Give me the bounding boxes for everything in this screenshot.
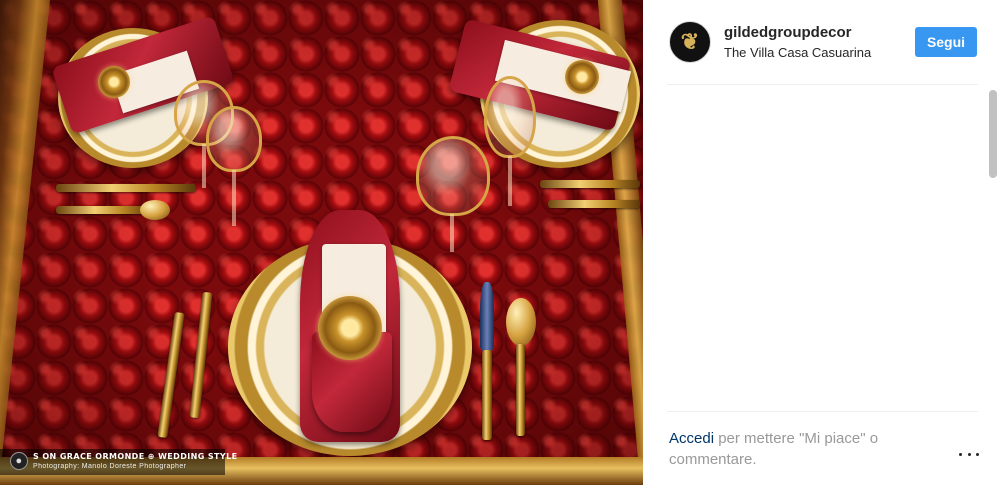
knife	[56, 184, 196, 192]
user-tag-icon[interactable]: ●	[10, 452, 28, 470]
fork	[540, 180, 640, 188]
comments-scrollbar[interactable]	[989, 90, 997, 178]
wine-glass	[484, 76, 536, 158]
post-photo[interactable]: ● S ON GRACE ORMONDE ⊕ WEDDING STYLE Pho…	[0, 0, 643, 485]
wine-glass	[416, 136, 490, 216]
login-prompt: Accedi per mettere "Mi piace" o commenta…	[669, 428, 939, 470]
photo-credit-title: S ON GRACE ORMONDE ⊕ WEDDING STYLE	[33, 452, 238, 461]
spoon	[56, 206, 152, 214]
login-link[interactable]: Accedi	[669, 430, 714, 447]
post-header: ❦ gildedgroupdecor The Villa Casa Casuar…	[643, 0, 1000, 84]
post-sidebar: ❦ gildedgroupdecor The Villa Casa Casuar…	[643, 0, 1000, 485]
fork	[548, 200, 640, 208]
glass-stem	[508, 156, 512, 206]
fork	[157, 311, 185, 439]
profile-avatar[interactable]: ❦	[669, 21, 711, 63]
knife	[482, 350, 492, 440]
glass-stem	[450, 214, 454, 252]
username-link[interactable]: gildedgroupdecor	[724, 24, 852, 41]
location-link[interactable]: The Villa Casa Casuarina	[724, 45, 871, 60]
photo-credit-overlay: ● S ON GRACE ORMONDE ⊕ WEDDING STYLE Pho…	[0, 449, 237, 475]
napkin-brooch	[98, 66, 130, 98]
glass-stem	[232, 170, 236, 226]
spoon	[516, 344, 525, 436]
follow-button[interactable]: Segui	[915, 27, 977, 57]
knife-blade	[480, 282, 494, 352]
glass-stem	[202, 144, 206, 188]
wine-glass	[206, 106, 262, 172]
table-edge	[0, 0, 50, 485]
spoon-bowl	[506, 298, 536, 346]
more-options-icon[interactable]	[959, 446, 979, 462]
napkin-brooch	[565, 60, 599, 94]
divider	[667, 411, 978, 412]
photo-credit-photographer: Photography: Manolo Doreste Photographer	[33, 463, 187, 470]
comments-list[interactable]	[643, 85, 1000, 411]
spoon-bowl	[140, 200, 170, 220]
fork	[189, 291, 213, 419]
napkin-brooch	[318, 296, 382, 360]
gilded-monogram-icon: ❦	[680, 29, 700, 55]
